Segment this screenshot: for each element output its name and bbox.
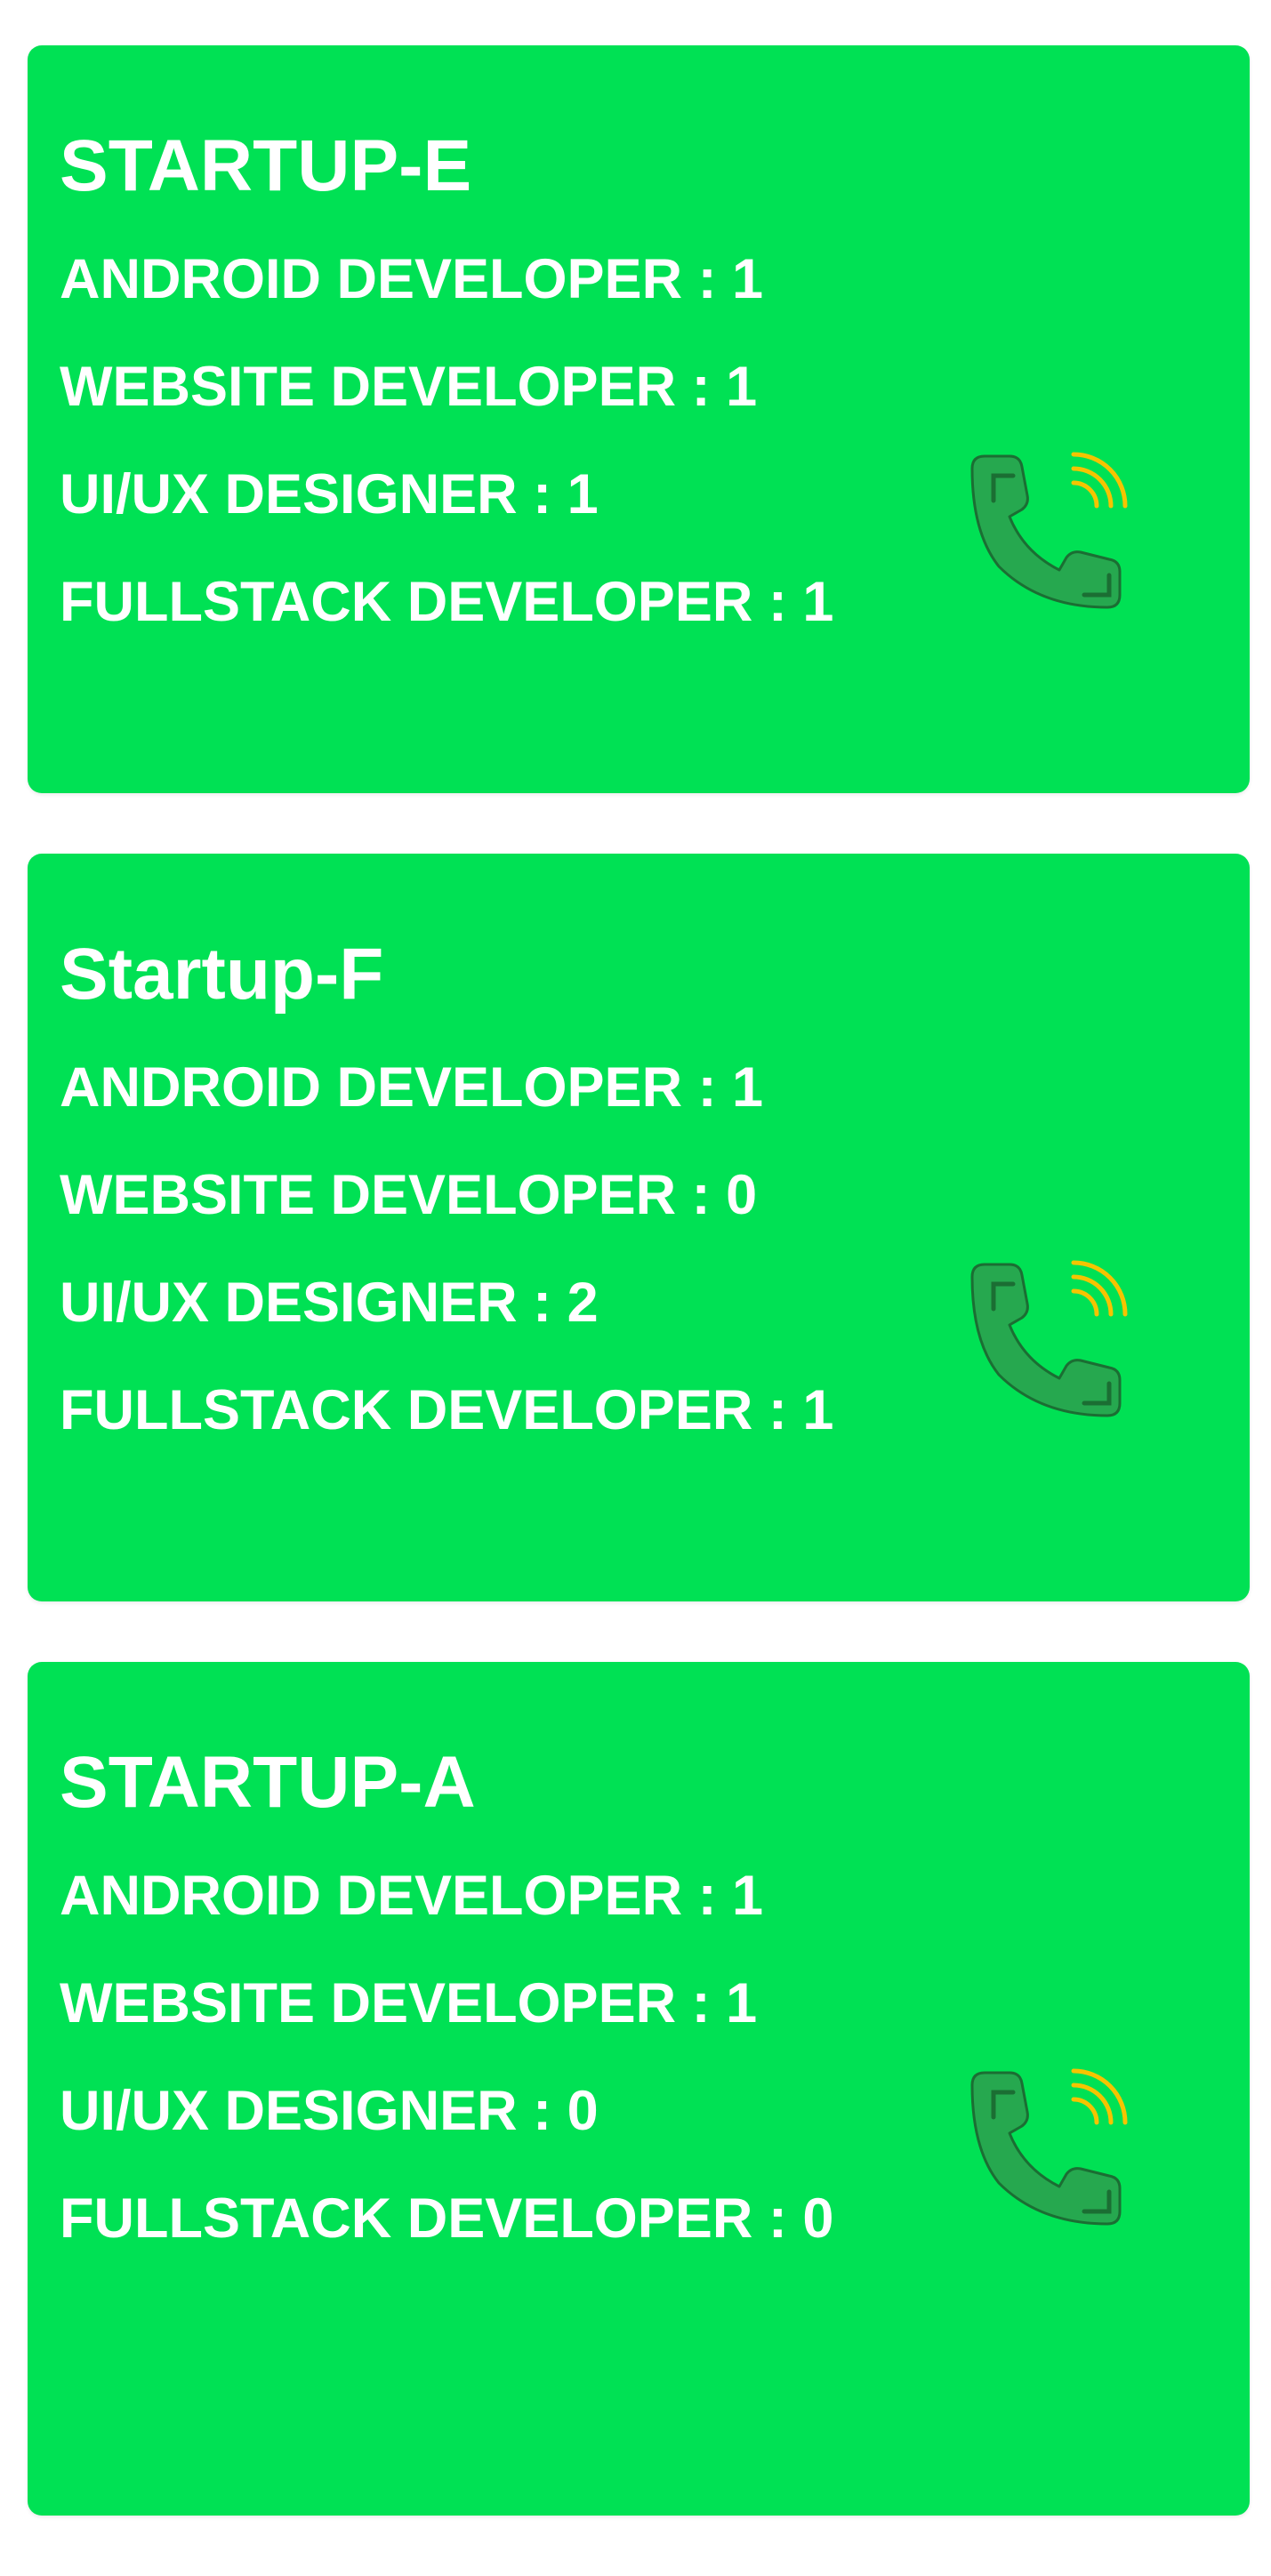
startup-name: STARTUP-A: [60, 1742, 476, 1823]
phone-call-icon: [970, 452, 1128, 609]
phone-call-icon: [970, 1260, 1128, 1417]
ui-ux-designer-count: UI/UX DESIGNER : 0: [60, 2080, 599, 2142]
ui-ux-designer-count: UI/UX DESIGNER : 2: [60, 1272, 599, 1334]
fullstack-developer-count: FULLSTACK DEVELOPER : 1: [60, 571, 834, 633]
fullstack-developer-count: FULLSTACK DEVELOPER : 0: [60, 2187, 834, 2250]
fullstack-developer-count: FULLSTACK DEVELOPER : 1: [60, 1379, 834, 1441]
android-developer-count: ANDROID DEVELOPER : 1: [60, 248, 764, 310]
website-developer-count: WEBSITE DEVELOPER : 0: [60, 1164, 758, 1226]
startup-name: STARTUP-E: [60, 125, 472, 206]
website-developer-count: WEBSITE DEVELOPER : 1: [60, 356, 758, 418]
call-button[interactable]: [951, 444, 1146, 657]
website-developer-count: WEBSITE DEVELOPER : 1: [60, 1972, 758, 2034]
ui-ux-designer-count: UI/UX DESIGNER : 1: [60, 463, 599, 526]
startup-card[interactable]: STARTUP-A ANDROID DEVELOPER : 1 WEBSITE …: [28, 1662, 1250, 2516]
android-developer-count: ANDROID DEVELOPER : 1: [60, 1056, 764, 1119]
startup-list: STARTUP-E ANDROID DEVELOPER : 1 WEBSITE …: [28, 45, 1250, 2576]
startup-card[interactable]: STARTUP-E ANDROID DEVELOPER : 1 WEBSITE …: [28, 45, 1250, 793]
call-button[interactable]: [951, 1252, 1146, 1465]
android-developer-count: ANDROID DEVELOPER : 1: [60, 1865, 764, 1927]
startup-name: Startup-F: [60, 934, 384, 1015]
startup-card[interactable]: Startup-F ANDROID DEVELOPER : 1 WEBSITE …: [28, 854, 1250, 1601]
call-button[interactable]: [951, 2060, 1146, 2274]
phone-call-icon: [970, 2068, 1128, 2226]
